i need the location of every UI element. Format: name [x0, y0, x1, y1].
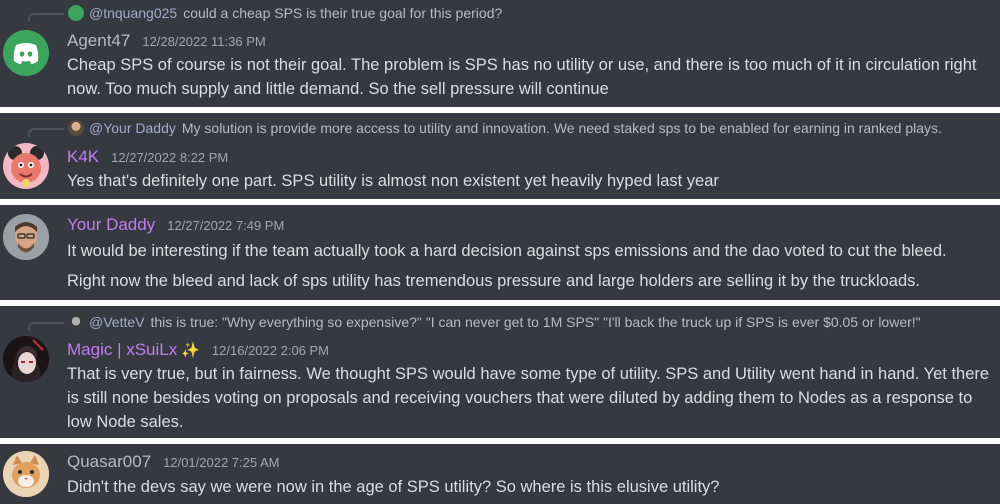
author-name[interactable]: K4K — [67, 147, 99, 167]
reply-spine-icon — [28, 13, 64, 22]
reply-preview[interactable]: @VetteV this is true: "Why everything so… — [28, 313, 921, 331]
reply-username[interactable]: @Your Daddy — [89, 120, 176, 136]
reply-preview[interactable]: @Your Daddy My solution is provide more … — [28, 119, 942, 137]
timestamp[interactable]: 12/16/2022 2:06 PM — [212, 343, 329, 358]
message-group-1: @tnquang025 could a cheap SPS is their t… — [0, 0, 1000, 107]
discord-logo-icon — [13, 43, 39, 64]
author-name[interactable]: Magic | xSuiLx — [67, 340, 177, 360]
avatar-mini — [68, 120, 84, 136]
message-header: Agent47 12/28/2022 11:36 PM — [67, 31, 266, 51]
anime-avatar-icon — [3, 336, 49, 382]
author-name[interactable]: Your Daddy — [67, 215, 155, 235]
message-content: Cheap SPS of course is not their goal. T… — [67, 56, 977, 98]
message-content: Right now the bleed and lack of sps util… — [67, 272, 920, 290]
author-name[interactable]: Quasar007 — [67, 452, 151, 472]
reply-preview[interactable]: @tnquang025 could a cheap SPS is their t… — [28, 4, 502, 22]
avatar[interactable] — [3, 143, 49, 189]
avatar-mini — [68, 314, 84, 330]
message-content: Didn't the devs say we were now in the a… — [67, 478, 720, 496]
avatar[interactable] — [3, 214, 49, 260]
reply-text: could a cheap SPS is their true goal for… — [183, 5, 503, 21]
message-group-3: Your Daddy 12/27/2022 7:49 PM It would b… — [0, 205, 1000, 300]
message-content: That is very true, but in fairness. We t… — [67, 365, 990, 431]
sparkles-icon: ✨ — [181, 342, 200, 359]
avatar[interactable] — [3, 451, 49, 497]
reply-text: this is true: "Why everything so expensi… — [150, 314, 921, 330]
author-name[interactable]: Agent47 — [67, 31, 130, 51]
discord-logo-icon — [68, 5, 84, 21]
cartoon-animal-avatar-icon — [8, 146, 44, 187]
reply-username[interactable]: @tnquang025 — [89, 5, 177, 21]
message-group-5: Quasar007 12/01/2022 7:25 AM Didn't the … — [0, 444, 1000, 504]
message-content: Yes that's definitely one part. SPS util… — [67, 172, 719, 190]
cat-avatar-icon — [3, 451, 49, 497]
timestamp[interactable]: 12/27/2022 8:22 PM — [111, 150, 228, 165]
message-group-4: @VetteV this is true: "Why everything so… — [0, 306, 1000, 438]
photo-avatar-icon — [3, 214, 49, 260]
message-header: Your Daddy 12/27/2022 7:49 PM — [67, 215, 284, 235]
message-group-2: @Your Daddy My solution is provide more … — [0, 113, 1000, 199]
avatar[interactable] — [3, 336, 49, 382]
message-content: It would be interesting if the team actu… — [67, 242, 947, 260]
avatar[interactable] — [3, 30, 49, 76]
timestamp[interactable]: 12/27/2022 7:49 PM — [167, 218, 284, 233]
reply-text: My solution is provide more access to ut… — [181, 120, 942, 136]
reply-spine-icon — [28, 322, 64, 331]
timestamp[interactable]: 12/28/2022 11:36 PM — [142, 34, 265, 49]
message-header: Magic | xSuiLx ✨ 12/16/2022 2:06 PM — [67, 340, 329, 360]
reply-spine-icon — [28, 128, 64, 137]
reply-username[interactable]: @VetteV — [89, 314, 144, 330]
message-header: K4K 12/27/2022 8:22 PM — [67, 147, 228, 167]
timestamp[interactable]: 12/01/2022 7:25 AM — [163, 455, 279, 470]
message-header: Quasar007 12/01/2022 7:25 AM — [67, 452, 280, 472]
